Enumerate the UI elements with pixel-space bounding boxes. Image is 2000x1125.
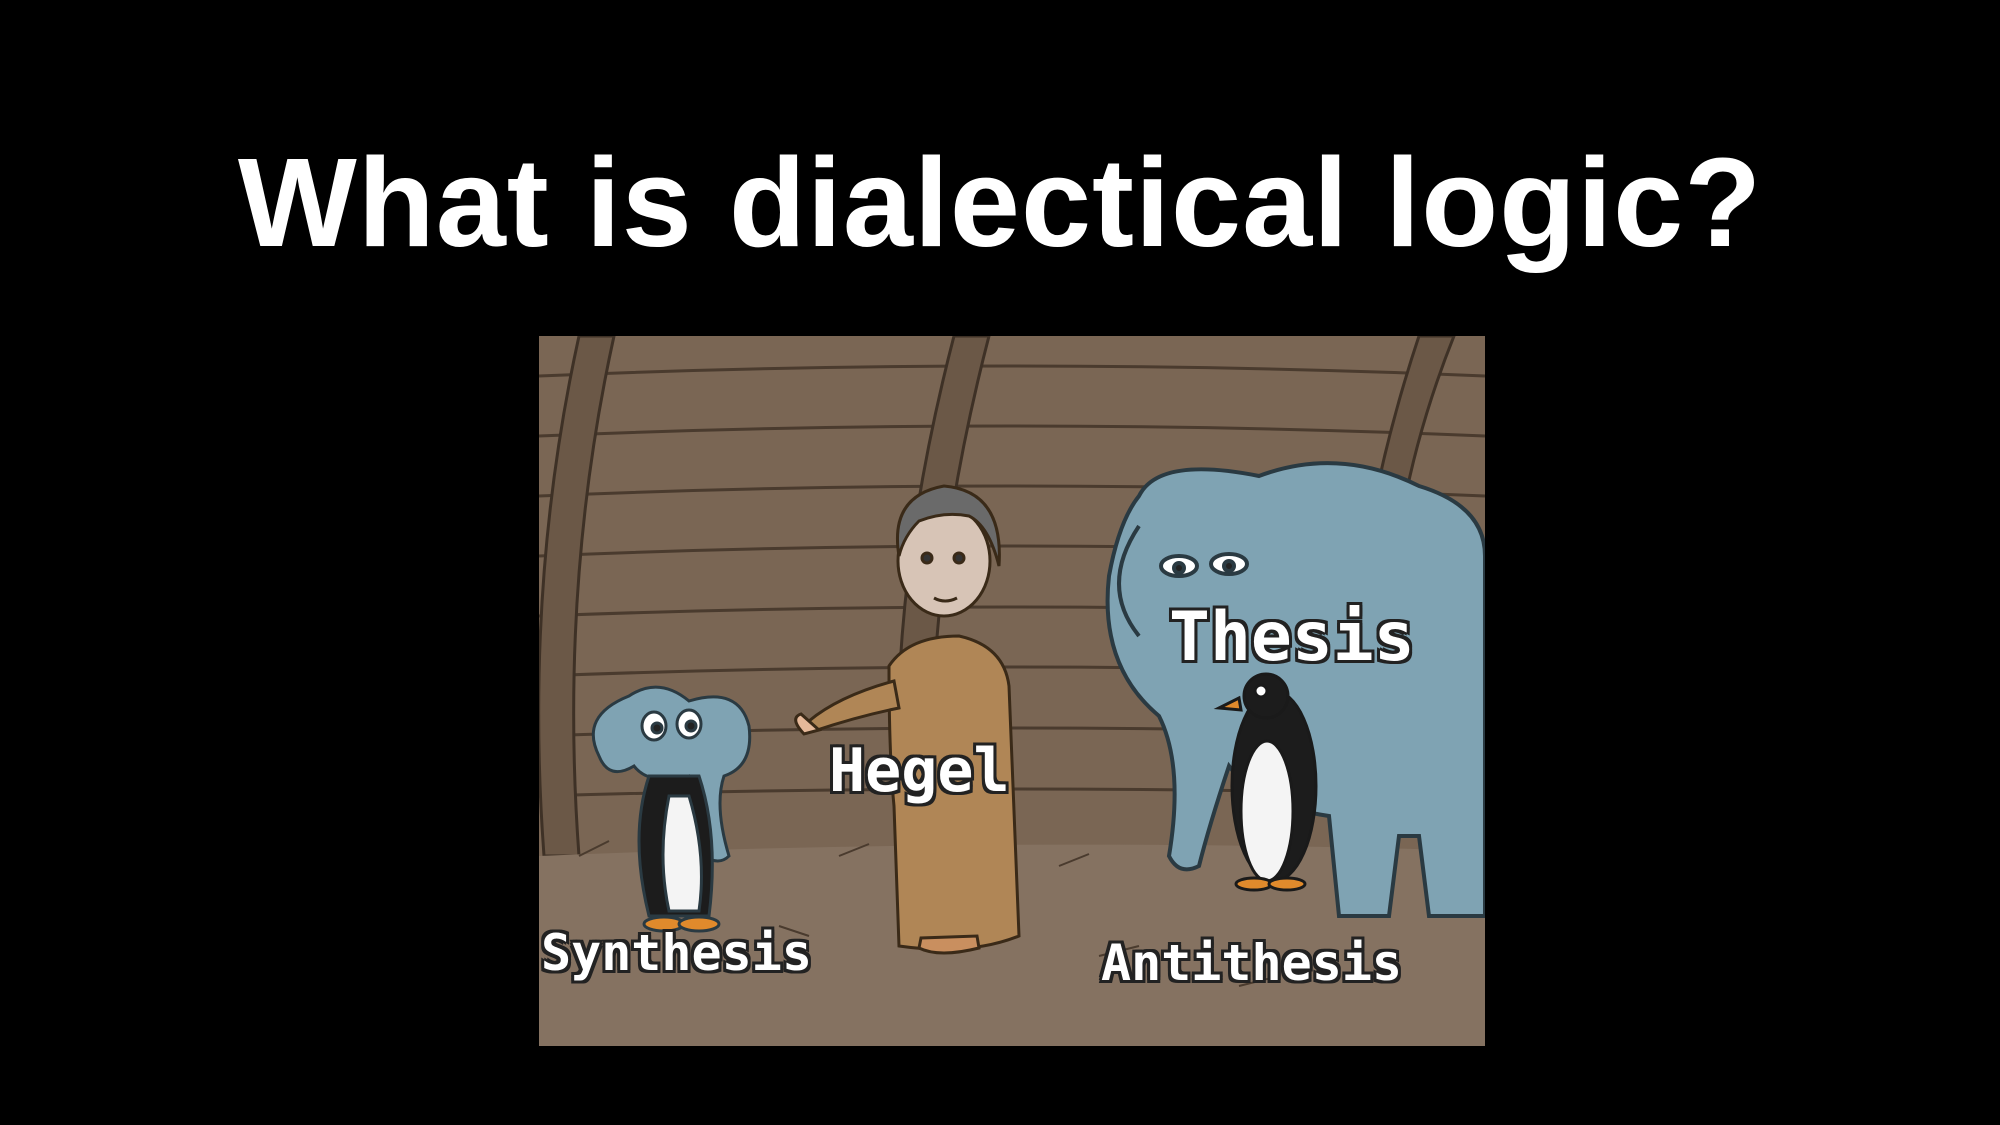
hegel-label: Hegel xyxy=(829,736,1010,806)
antithesis-label: Antithesis xyxy=(1101,934,1403,992)
meme-image: Thesis Hegel Synthesis Antithesis xyxy=(539,336,1485,1046)
thesis-label: Thesis xyxy=(1169,598,1415,677)
slide-title: What is dialectical logic? xyxy=(237,132,1763,273)
synthesis-label: Synthesis xyxy=(541,924,812,982)
